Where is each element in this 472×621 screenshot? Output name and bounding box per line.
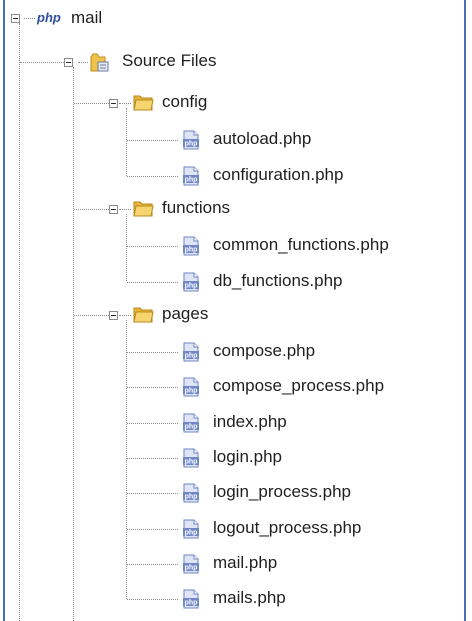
tree-guide [119, 103, 131, 104]
php-badge-text: php [185, 141, 198, 148]
collapse-toggle[interactable] [64, 58, 73, 67]
php-badge-text: php [185, 564, 198, 571]
tree-guide [127, 528, 178, 530]
project-tree: php mail Source Files config php autoloa… [5, 0, 464, 621]
tree-guide [127, 140, 178, 142]
tree-guide [127, 422, 178, 424]
folder-label[interactable]: config [162, 92, 207, 112]
file-label[interactable]: mail.php [213, 553, 277, 573]
file-label[interactable]: index.php [213, 412, 287, 432]
tree-guide [74, 103, 109, 104]
tree-guide [127, 458, 178, 459]
project-name[interactable]: mail [71, 8, 102, 28]
tree-guide [126, 108, 127, 176]
php-file-icon: php [181, 377, 201, 397]
php-badge-text: php [185, 529, 198, 536]
folder-icon [132, 92, 154, 112]
file-label[interactable]: db_functions.php [213, 271, 343, 291]
php-badge-text: php [185, 247, 198, 254]
file-label[interactable]: compose.php [213, 341, 315, 361]
tree-guide [73, 67, 74, 621]
source-files-label[interactable]: Source Files [122, 51, 216, 71]
file-label[interactable]: logout_process.php [213, 518, 361, 538]
file-label[interactable]: login_process.php [213, 482, 351, 502]
tree-guide [19, 23, 20, 621]
php-badge-text: php [185, 600, 198, 607]
tree-guide [126, 319, 127, 600]
project-tree-panel: php mail Source Files config php autoloa… [3, 0, 466, 621]
tree-guide [20, 62, 68, 63]
php-file-icon: php [181, 272, 201, 292]
tree-guide [119, 314, 131, 316]
tree-guide [127, 599, 178, 601]
php-badge-text: php [185, 282, 198, 289]
php-file-icon: php [181, 236, 201, 256]
tree-guide [127, 387, 178, 389]
php-badge-text: php [185, 423, 198, 430]
tree-guide [127, 563, 178, 565]
php-badge-text: php [185, 353, 198, 360]
tree-guide [127, 352, 178, 354]
file-label[interactable]: common_functions.php [213, 235, 389, 255]
tree-guide [127, 281, 178, 283]
php-file-icon: php [181, 554, 201, 574]
collapse-toggle[interactable] [109, 204, 118, 214]
php-badge-text: php [185, 388, 198, 395]
source-folder-icon [88, 51, 110, 73]
tree-guide [24, 18, 35, 19]
php-project-icon: php [37, 11, 67, 25]
tree-guide [119, 208, 131, 210]
php-file-icon: php [181, 483, 201, 503]
file-label[interactable]: mails.php [213, 588, 286, 608]
php-badge-text: php [185, 494, 198, 501]
php-badge-text: php [185, 459, 198, 466]
php-file-icon: php [181, 166, 201, 186]
tree-guide [127, 493, 178, 495]
php-file-icon: php [181, 589, 201, 609]
php-file-icon: php [181, 413, 201, 433]
folder-icon [132, 198, 154, 218]
tree-guide [126, 213, 127, 282]
folder-icon [132, 304, 154, 324]
tree-guide [74, 208, 109, 210]
tree-guide [78, 62, 88, 63]
php-file-icon: php [181, 519, 201, 539]
php-file-icon: php [181, 448, 201, 468]
php-file-icon: php [181, 342, 201, 362]
file-label[interactable]: compose_process.php [213, 376, 384, 396]
file-label[interactable]: login.php [213, 447, 282, 467]
tree-guide [127, 246, 178, 248]
collapse-toggle[interactable] [11, 14, 20, 23]
tree-guide [74, 314, 109, 316]
file-label[interactable]: configuration.php [213, 165, 343, 185]
tree-guide [127, 175, 178, 177]
file-label[interactable]: autoload.php [213, 129, 311, 149]
php-badge-text: php [185, 176, 198, 183]
collapse-toggle[interactable] [109, 99, 118, 108]
svg-text:php: php [37, 11, 61, 25]
php-file-icon: php [181, 130, 201, 150]
collapse-toggle[interactable] [109, 310, 118, 320]
folder-label[interactable]: functions [162, 198, 230, 218]
folder-label[interactable]: pages [162, 304, 208, 324]
